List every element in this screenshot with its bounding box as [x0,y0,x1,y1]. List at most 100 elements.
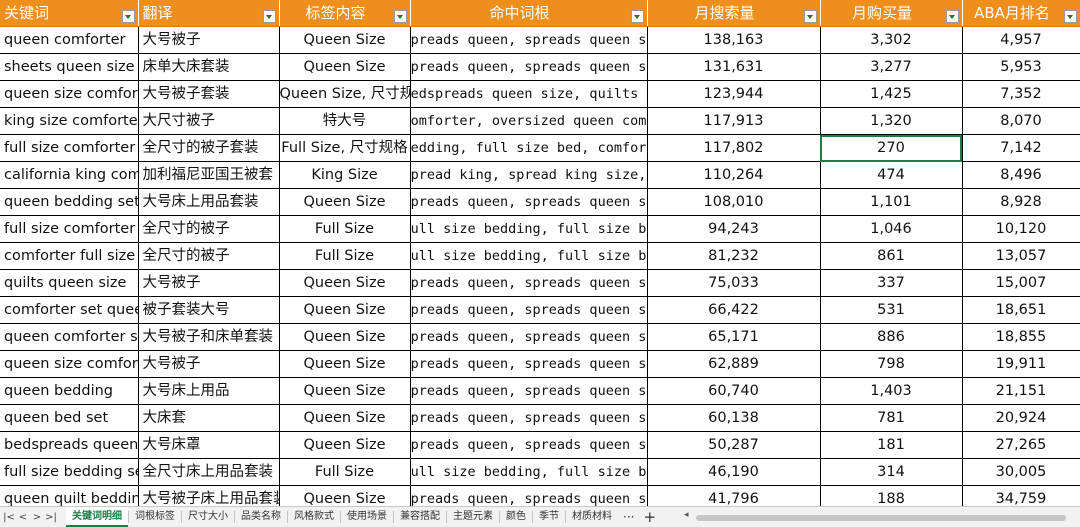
cell-num[interactable]: 50,287 [647,431,821,459]
spreadsheet-grid[interactable]: 关键词 翻译 标签内容 命中词根 月搜索量 月购买量 ABA月排名 queen comfor… [0,0,1080,506]
cell-root[interactable]: full size bedding, full size bed [410,215,648,243]
cell-tag[interactable]: Full Size [279,242,411,270]
cell-num[interactable]: 46,190 [647,458,821,486]
cell-tag[interactable]: Queen Size [279,188,411,216]
cell-tag[interactable]: Queen Size [279,350,411,378]
cell-tr[interactable]: 床单大床套装 [138,53,280,81]
cell-tr[interactable]: 全尺寸的被子套装 [138,134,280,162]
more-sheets-icon[interactable]: ··· [618,510,639,524]
cell-tr[interactable]: 加利福尼亚国王被套 [138,161,280,189]
sheet-tab[interactable]: 兼容搭配 [394,507,446,527]
cell-kw[interactable]: full size comforter set [0,134,139,162]
cell-num[interactable]: 8,070 [962,107,1080,135]
cell-kw[interactable]: comforter full size [0,242,139,270]
cell-num[interactable]: 20,924 [962,404,1080,432]
cell-tag[interactable]: 特大号 [279,107,411,135]
cell-kw[interactable]: comforter set queen [0,296,139,324]
sheet-tab[interactable]: 季节 [533,507,565,527]
cell-num[interactable]: 19,911 [962,350,1080,378]
cell-tag[interactable]: Queen Size [279,269,411,297]
cell-kw[interactable]: queen bed set [0,404,139,432]
cell-root[interactable]: spreads queen, spreads queen size, q [410,431,648,459]
cell-tag[interactable]: Full Size [279,215,411,243]
cell-tag[interactable]: Queen Size [279,377,411,405]
cell-kw[interactable]: king size comforter [0,107,139,135]
cell-num[interactable]: 188 [820,485,963,506]
horizontal-scrollbar[interactable]: ◂ [684,510,1080,522]
cell-num[interactable]: 110,264 [647,161,821,189]
cell-tag[interactable]: Queen Size [279,26,411,54]
cell-num[interactable]: 474 [820,161,963,189]
cell-tr[interactable]: 大号床罩 [138,431,280,459]
cell-kw[interactable]: queen bedding sets [0,188,139,216]
column-header-1[interactable]: 翻译 [138,0,280,27]
cell-root[interactable]: spread king, spread king size, comfo [410,161,648,189]
cell-num[interactable]: 798 [820,350,963,378]
cell-kw[interactable]: queen size comforter set [0,80,139,108]
cell-root[interactable]: full size bedding, full size bed [410,458,648,486]
cell-root[interactable]: spreads queen, spreads queen size, q [410,404,648,432]
cell-tag[interactable]: Queen Size [279,404,411,432]
cell-kw[interactable]: california king comforter [0,161,139,189]
cell-tr[interactable]: 被子套装大号 [138,296,280,324]
cell-root[interactable]: spreads queen, spreads queen size, q [410,296,648,324]
filter-dropdown-icon[interactable] [393,10,407,23]
cell-kw[interactable]: full size comforter [0,215,139,243]
cell-kw[interactable]: full size bedding set [0,458,139,486]
cell-kw[interactable]: queen comforter set [0,323,139,351]
column-header-0[interactable]: 关键词 [0,0,139,27]
cell-tr[interactable]: 大床套 [138,404,280,432]
filter-dropdown-icon[interactable] [121,10,135,23]
add-sheet-icon[interactable]: + [639,508,660,526]
cell-num[interactable]: 62,889 [647,350,821,378]
cell-root[interactable]: bedding, full size bed, comforter [410,134,648,162]
cell-tag[interactable]: Full Size, 尺寸规格 [279,134,411,162]
cell-root[interactable]: spreads queen, spreads queen size, q [410,269,648,297]
sheet-tab[interactable]: 风格款式 [288,507,340,527]
cell-num[interactable]: 3,302 [820,26,963,54]
cell-num[interactable]: 5,953 [962,53,1080,81]
cell-root[interactable]: full size bedding, full size bed [410,242,648,270]
cell-kw[interactable]: queen bedding [0,377,139,405]
cell-num[interactable]: 15,007 [962,269,1080,297]
cell-num[interactable]: 3,277 [820,53,963,81]
cell-num[interactable]: 1,425 [820,80,963,108]
column-header-3[interactable]: 命中词根 [410,0,648,27]
cell-num[interactable]: 7,352 [962,80,1080,108]
sheet-tab[interactable]: 词根标签 [129,507,181,527]
cell-root[interactable]: spreads queen, spreads queen size, q [410,188,648,216]
cell-root[interactable]: spreads queen, spreads queen size, q [410,485,648,506]
cell-num[interactable]: 886 [820,323,963,351]
filter-dropdown-icon[interactable] [262,10,276,23]
cell-num[interactable]: 7,142 [962,134,1080,162]
cell-num[interactable]: 8,928 [962,188,1080,216]
scroll-left-icon[interactable]: ◂ [684,510,689,520]
cell-num[interactable]: 117,913 [647,107,821,135]
column-header-4[interactable]: 月搜索量 [647,0,821,27]
cell-kw[interactable]: bedspreads queen size [0,431,139,459]
cell-num[interactable]: 138,163 [647,26,821,54]
cell-num[interactable]: 131,631 [647,53,821,81]
cell-tag[interactable]: Queen Size [279,53,411,81]
cell-num[interactable]: 27,265 [962,431,1080,459]
cell-tag[interactable]: Queen Size [279,431,411,459]
cell-kw[interactable]: queen quilt bedding [0,485,139,506]
cell-kw[interactable]: queen comforter [0,26,139,54]
cell-root[interactable]: spreads queen, spreads queen size, q [410,377,648,405]
cell-num[interactable]: 270 [820,134,963,162]
cell-kw[interactable]: queen size comforter [0,350,139,378]
cell-tr[interactable]: 全尺寸床上用品套装 [138,458,280,486]
sheet-tab[interactable]: 关键词明细 [66,507,128,527]
cell-num[interactable]: 337 [820,269,963,297]
cell-num[interactable]: 75,033 [647,269,821,297]
cell-num[interactable]: 81,232 [647,242,821,270]
sheet-tab[interactable]: 使用场景 [341,507,393,527]
cell-root[interactable]: spreads queen, spreads queen size, q [410,53,648,81]
sheet-tab[interactable]: 品类名称 [235,507,287,527]
cell-num[interactable]: 8,496 [962,161,1080,189]
cell-num[interactable]: 30,005 [962,458,1080,486]
cell-tr[interactable]: 大号被子 [138,350,280,378]
cell-root[interactable]: spreads queen, spreads queen size, q [410,323,648,351]
cell-num[interactable]: 108,010 [647,188,821,216]
filter-dropdown-icon[interactable] [630,10,644,23]
